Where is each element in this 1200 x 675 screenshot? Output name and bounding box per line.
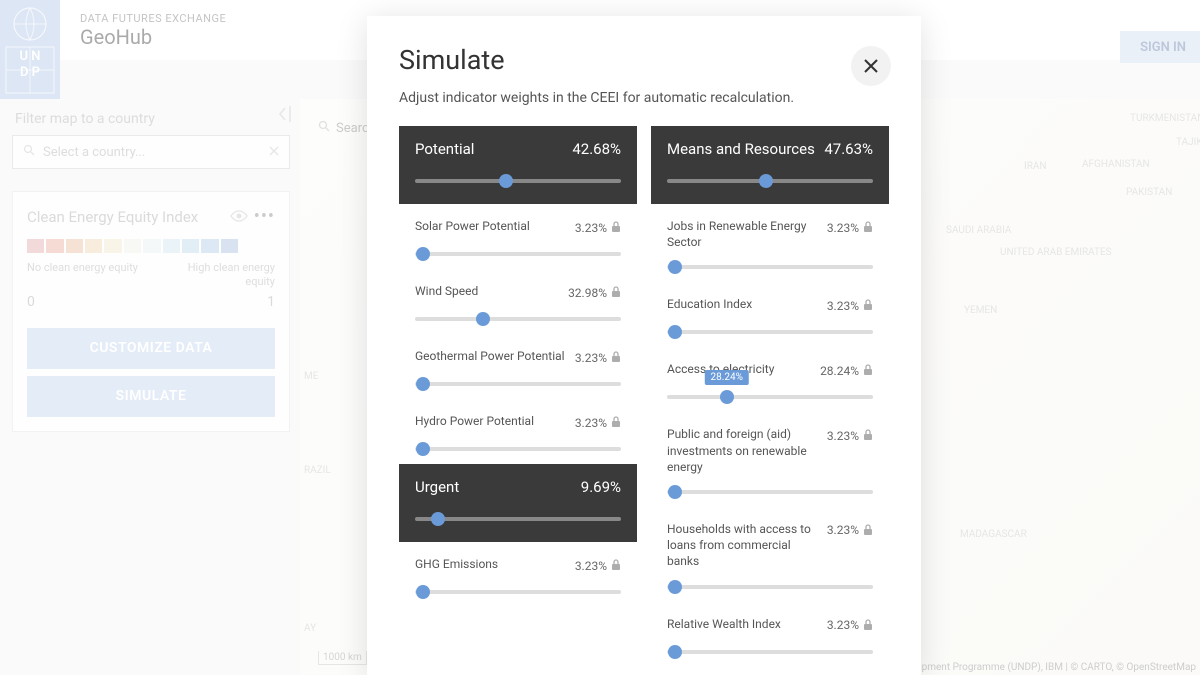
indicator-label: Wind Speed — [415, 283, 560, 299]
group-slider[interactable] — [415, 174, 621, 188]
indicator-label: Jobs in Renewable Energy Sector — [667, 218, 819, 250]
indicator-value: 3.23% — [575, 351, 607, 365]
right-column: Means and Resources 47.63% Jobs in Renewab… — [651, 126, 889, 667]
indicator-value: 3.23% — [827, 221, 859, 235]
lock-icon[interactable] — [611, 556, 621, 575]
indicator-slider[interactable]: 28.24% — [667, 390, 873, 404]
indicator-label: Education Index — [667, 296, 819, 312]
group-header: Potential 42.68% — [399, 126, 637, 204]
group-slider[interactable] — [667, 174, 873, 188]
indicator-slider[interactable] — [667, 325, 873, 339]
indicator-value: 3.23% — [575, 559, 607, 573]
indicator: Relative Wealth Index 3.23% — [651, 602, 889, 667]
indicator: Solar Power Potential 3.23% — [399, 204, 637, 269]
left-column: Potential 42.68% Solar Power Potential 3.23… — [399, 126, 637, 667]
lock-icon[interactable] — [863, 426, 873, 445]
lock-icon[interactable] — [611, 218, 621, 237]
indicator-label: GHG Emissions — [415, 556, 567, 572]
indicator-label: Relative Wealth Index — [667, 616, 819, 632]
indicator-value: 3.23% — [827, 429, 859, 443]
indicator-value: 3.23% — [827, 618, 859, 632]
indicator-slider[interactable] — [415, 585, 621, 599]
group-header: Means and Resources 47.63% — [651, 126, 889, 204]
indicator-slider[interactable] — [667, 645, 873, 659]
indicator-value: 3.23% — [827, 523, 859, 537]
indicator-slider[interactable] — [667, 485, 873, 499]
indicator: Education Index 3.23% — [651, 282, 889, 347]
modal-subtitle: Adjust indicator weights in the CEEI for… — [399, 90, 889, 106]
indicator-value: 3.23% — [827, 299, 859, 313]
indicator: Wind Speed 32.98% — [399, 269, 637, 334]
indicator-value: 32.98% — [568, 286, 607, 300]
lock-icon[interactable] — [863, 361, 873, 380]
indicator: Households with access to loans from com… — [651, 507, 889, 602]
indicator-label: Hydro Power Potential — [415, 413, 567, 429]
indicator-slider[interactable] — [667, 580, 873, 594]
group-value: 42.68% — [572, 140, 621, 158]
indicator-slider[interactable] — [667, 260, 873, 274]
indicator-slider[interactable] — [415, 442, 621, 456]
indicator: Jobs in Renewable Energy Sector 3.23% — [651, 204, 889, 282]
indicator-value: 3.23% — [575, 221, 607, 235]
lock-icon[interactable] — [863, 218, 873, 237]
close-button[interactable] — [851, 46, 891, 86]
indicator: GHG Emissions 3.23% — [399, 542, 637, 607]
indicator-label: Geothermal Power Potential — [415, 348, 567, 364]
group-value: 9.69% — [581, 478, 621, 496]
indicator-value: 3.23% — [575, 416, 607, 430]
indicator-label: Public and foreign (aid) investments on … — [667, 426, 819, 475]
indicator: Hydro Power Potential 3.23% — [399, 399, 637, 464]
indicator-value: 28.24% — [820, 364, 859, 378]
group-header: Urgent 9.69% — [399, 464, 637, 542]
simulate-modal: Simulate Adjust indicator weights in the… — [367, 16, 921, 675]
lock-icon[interactable] — [611, 283, 621, 302]
group-name: Urgent — [415, 478, 459, 496]
indicator-label: Solar Power Potential — [415, 218, 567, 234]
group-name: Means and Resources — [667, 140, 815, 158]
indicator-slider[interactable] — [415, 247, 621, 261]
lock-icon[interactable] — [611, 413, 621, 432]
indicator-slider[interactable] — [415, 312, 621, 326]
group-name: Potential — [415, 140, 474, 158]
indicator-label: Households with access to loans from com… — [667, 521, 819, 570]
lock-icon[interactable] — [863, 521, 873, 540]
indicator: Geothermal Power Potential 3.23% — [399, 334, 637, 399]
indicator-slider[interactable] — [415, 377, 621, 391]
group-value: 47.63% — [824, 140, 873, 158]
indicator: Access to electricity28.24%28.24% — [651, 347, 889, 412]
lock-icon[interactable] — [863, 616, 873, 635]
lock-icon[interactable] — [611, 348, 621, 367]
group-slider[interactable] — [415, 512, 621, 526]
indicator: Public and foreign (aid) investments on … — [651, 412, 889, 507]
modal-title: Simulate — [399, 44, 889, 76]
slider-tooltip: 28.24% — [705, 370, 749, 385]
lock-icon[interactable] — [863, 296, 873, 315]
